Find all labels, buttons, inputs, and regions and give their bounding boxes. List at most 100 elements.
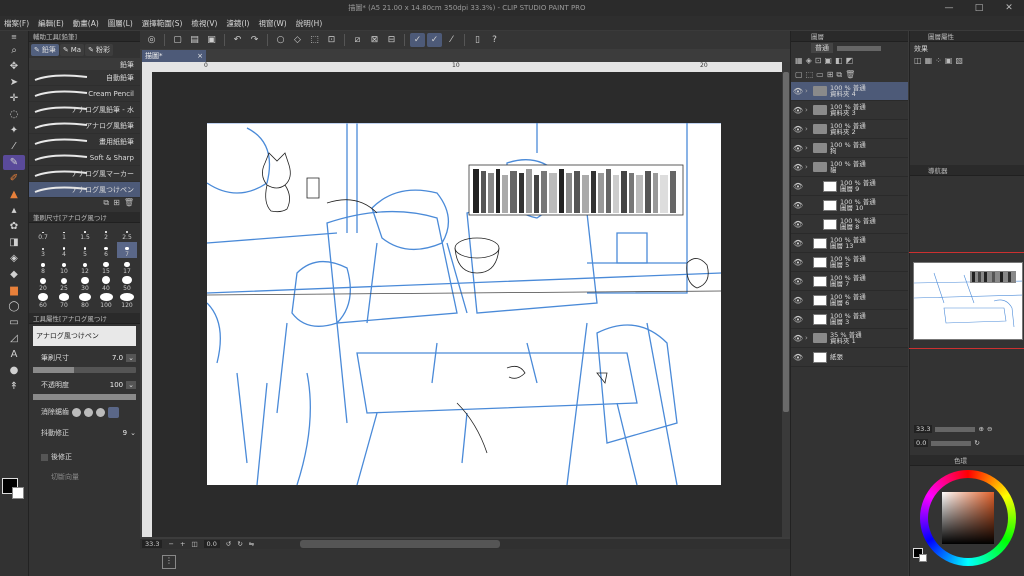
auto-select-icon[interactable]: ✦ xyxy=(3,123,25,138)
visibility-eye-icon[interactable]: 👁 xyxy=(791,296,805,305)
transform-icon[interactable]: ⬚ xyxy=(307,33,322,47)
maximize-button[interactable]: □ xyxy=(964,0,994,16)
duplicate-icon[interactable]: ⧉ xyxy=(836,70,842,80)
flip-icon[interactable]: ⇋ xyxy=(249,540,254,548)
save-icon[interactable]: ▣ xyxy=(204,33,219,47)
menu-select[interactable]: 選擇範圍(S) xyxy=(142,18,183,29)
close-tab-icon[interactable]: × xyxy=(197,52,203,60)
color-sub-swatch[interactable] xyxy=(919,554,927,562)
layer-row[interactable]: 👁 › 100 % 普通 資料夾 3 xyxy=(791,101,908,120)
visibility-eye-icon[interactable]: 👁 xyxy=(791,144,805,153)
menu-file[interactable]: 檔案(F) xyxy=(4,18,29,29)
nav-angle-value[interactable]: 0.0 xyxy=(914,439,929,447)
zoom-icon[interactable]: ⌕ xyxy=(3,43,25,58)
zoom-in-icon[interactable]: + xyxy=(180,540,185,548)
nav-zoom-slider[interactable] xyxy=(935,427,976,432)
pen-icon[interactable]: ✎ xyxy=(3,155,25,170)
layer-color-icon[interactable]: ▣ xyxy=(945,56,953,65)
visibility-eye-icon[interactable]: 👁 xyxy=(791,334,805,343)
help-icon[interactable]: ? xyxy=(487,33,502,47)
copy-icon[interactable]: ⧉ xyxy=(103,198,109,212)
layer-row[interactable]: 👁 100 % 普通 圖層 7 xyxy=(791,272,908,291)
pencil-icon[interactable]: ✐ xyxy=(3,171,25,186)
layer-row[interactable]: 👁 100 % 普通 圖層 3 xyxy=(791,310,908,329)
brush-size-option[interactable]: 25 xyxy=(54,276,74,292)
brush-item[interactable]: 畫用紙鉛筆 xyxy=(29,134,140,150)
brush-size-option[interactable]: 2 xyxy=(96,225,116,241)
layer-row[interactable]: 👁 100 % 普通 圖層 5 xyxy=(791,253,908,272)
airbrush-icon[interactable]: ▴ xyxy=(3,203,25,218)
drawing-canvas[interactable] xyxy=(207,123,721,485)
nav-zoom-out-icon[interactable]: ⊖ xyxy=(987,425,992,433)
antialias-weak[interactable] xyxy=(84,407,93,417)
layer-row[interactable]: 👁 100 % 普通 圖層 9 xyxy=(791,177,908,196)
visibility-eye-icon[interactable]: 👁 xyxy=(791,239,805,248)
lasso-icon[interactable]: ◌ xyxy=(3,107,25,122)
clip-studio-icon[interactable]: ◎ xyxy=(144,33,159,47)
tone-icon[interactable]: ⁘ xyxy=(935,56,942,65)
delete-icon[interactable]: 🗑 xyxy=(124,198,134,212)
clip-icon[interactable]: ▦ xyxy=(795,56,803,66)
brush-item[interactable]: Cream Pencil xyxy=(29,86,140,102)
brush-size-option[interactable]: 60 xyxy=(33,293,53,309)
antialias-none[interactable] xyxy=(72,407,81,417)
brush-size-option[interactable]: 80 xyxy=(75,293,95,309)
ruler-icon[interactable]: ◩ xyxy=(846,56,854,66)
brush-size-option[interactable]: 15 xyxy=(96,259,116,275)
show-selection-icon[interactable]: ⊟ xyxy=(384,33,399,47)
nav-rotate-icon[interactable]: ↻ xyxy=(974,439,979,447)
layer-row[interactable]: 👁 › 100 % 普通 資料夾 2 xyxy=(791,120,908,139)
brush-item[interactable]: アナログ風マーカー xyxy=(29,166,140,182)
layer-row[interactable]: 👁 紙張 xyxy=(791,348,908,367)
opacity-slider[interactable] xyxy=(837,45,881,51)
opacity-slider[interactable] xyxy=(33,394,136,400)
text-icon[interactable]: A xyxy=(3,347,25,362)
zoom-out-icon[interactable]: − xyxy=(168,540,173,548)
spin-icon[interactable]: ⌄ xyxy=(130,429,136,437)
collapse-icon[interactable]: ≡ xyxy=(3,32,25,42)
balloon-icon[interactable]: ● xyxy=(3,363,25,378)
border-effect-icon[interactable]: ◫ xyxy=(914,56,922,65)
brush-icon[interactable]: ▲ xyxy=(3,187,25,202)
color-wheel[interactable] xyxy=(920,470,1016,566)
menu-layer[interactable]: 圖層(L) xyxy=(108,18,133,29)
texture-icon[interactable]: ▧ xyxy=(955,56,963,65)
layer-row[interactable]: 👁 › 35 % 普通 資料夾 1 xyxy=(791,329,908,348)
vertical-scrollbar[interactable] xyxy=(782,62,790,537)
undo-icon[interactable]: ↶ xyxy=(230,33,245,47)
fill-icon[interactable]: ◇ xyxy=(290,33,305,47)
visibility-eye-icon[interactable]: 👁 xyxy=(791,163,805,172)
rotate-right-icon[interactable]: ↻ xyxy=(237,540,242,548)
tab-marker[interactable]: ✎ Ma xyxy=(59,44,85,56)
visibility-eye-icon[interactable]: 👁 xyxy=(791,125,805,134)
brush-size-option[interactable]: 7 xyxy=(117,242,137,258)
brush-size-value[interactable]: 7.0 xyxy=(112,354,123,362)
fit-icon[interactable]: ◫ xyxy=(191,540,197,548)
visibility-eye-icon[interactable]: 👁 xyxy=(791,277,805,286)
brush-size-option[interactable]: 17 xyxy=(117,259,137,275)
merge-icon[interactable]: ⊞ xyxy=(827,70,834,80)
brush-size-option[interactable]: 12 xyxy=(75,259,95,275)
timeline-toggle-icon[interactable]: ⋮ xyxy=(162,555,176,569)
correct-line-icon[interactable]: ↟ xyxy=(3,379,25,394)
brush-size-option[interactable]: 6 xyxy=(96,242,116,258)
ruler-icon[interactable]: ◿ xyxy=(3,331,25,346)
layer-row[interactable]: 👁 100 % 普通 圖層 8 xyxy=(791,215,908,234)
layer-row[interactable]: 👁 100 % 普通 圖層 10 xyxy=(791,196,908,215)
new-folder-icon[interactable]: ▭ xyxy=(816,70,824,80)
snap-ruler-icon[interactable]: ✓ xyxy=(410,33,425,47)
menu-view[interactable]: 檢視(V) xyxy=(191,18,217,29)
clear-icon[interactable]: ○ xyxy=(273,33,288,47)
snap-perspective-icon[interactable]: ⁄ xyxy=(444,33,459,47)
menu-animation[interactable]: 動畫(A) xyxy=(73,18,99,29)
brush-size-option[interactable]: 70 xyxy=(54,293,74,309)
new-vector-icon[interactable]: ⬚ xyxy=(806,70,814,80)
device-icon[interactable]: ▯ xyxy=(470,33,485,47)
fill-tool-icon[interactable]: ◆ xyxy=(3,267,25,282)
layer-row[interactable]: 👁 100 % 普通 圖層 13 xyxy=(791,234,908,253)
move-icon[interactable]: ✥ xyxy=(3,59,25,74)
visibility-eye-icon[interactable]: 👁 xyxy=(791,106,805,115)
brush-size-option[interactable]: 10 xyxy=(54,259,74,275)
brush-size-option[interactable]: 50 xyxy=(117,276,137,292)
delete-layer-icon[interactable]: 🗑 xyxy=(845,70,855,80)
